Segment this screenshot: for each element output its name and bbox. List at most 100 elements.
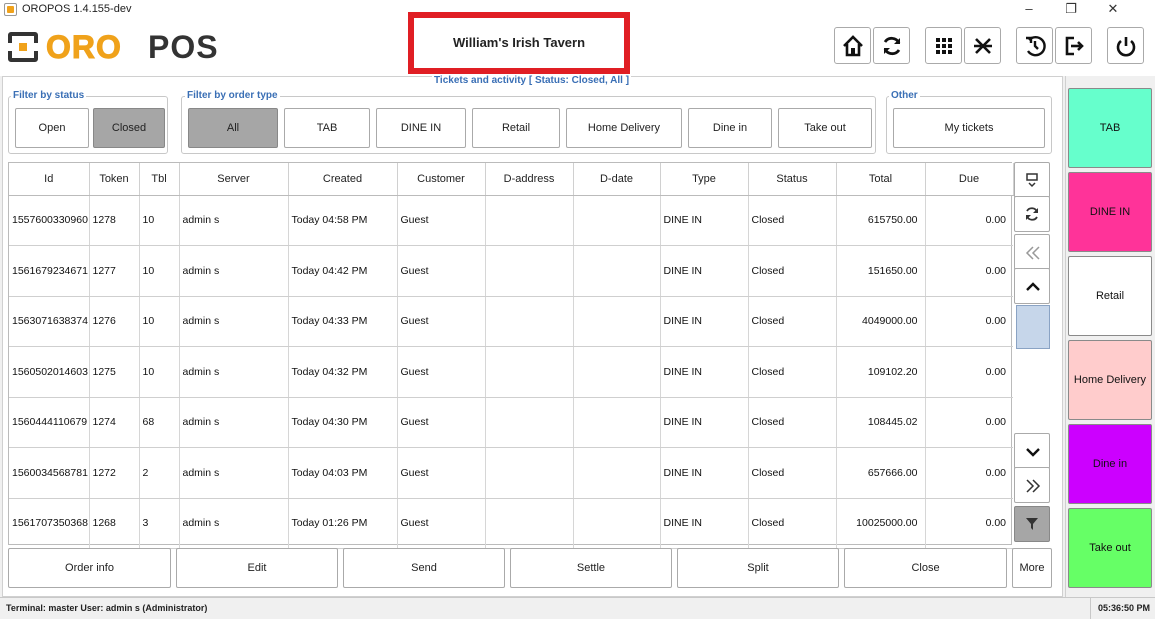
maximize-button[interactable]: ❐ — [1052, 0, 1090, 20]
other-legend: Other — [889, 90, 920, 101]
table-cell — [484, 245, 573, 297]
scroll-first-button[interactable] — [1014, 234, 1050, 270]
send-button[interactable]: Send — [343, 548, 505, 588]
home-button[interactable] — [834, 27, 871, 64]
order-type-retail-button[interactable]: Retail — [1068, 256, 1152, 336]
column-header[interactable]: Due — [925, 163, 1014, 196]
filter-take-out-button[interactable]: Take out — [778, 108, 872, 148]
column-header[interactable]: D-address — [485, 163, 574, 196]
scroll-up-button[interactable] — [1014, 268, 1050, 304]
power-button[interactable] — [1107, 27, 1144, 64]
column-header[interactable]: Status — [748, 163, 837, 196]
scroll-last-button[interactable] — [1014, 467, 1050, 503]
filter-retail-button[interactable]: Retail — [472, 108, 560, 148]
order-type-dine-in-button[interactable]: Dine in — [1068, 424, 1152, 504]
table-cell: Guest — [396, 498, 485, 549]
column-header[interactable]: Token — [89, 163, 140, 196]
power-icon — [1116, 37, 1136, 57]
refresh-button[interactable] — [873, 27, 910, 64]
window-close-button[interactable]: ✕ — [1094, 0, 1132, 20]
table-cell — [572, 296, 660, 347]
table-cell — [484, 346, 573, 398]
table-cell: Closed — [747, 195, 836, 246]
my-tickets-button[interactable]: My tickets — [893, 108, 1045, 148]
table-header-row: Id Token Tbl Server Created Customer D-a… — [9, 163, 1014, 196]
table-cell: 10025000.00 — [835, 498, 925, 549]
clock-back-button[interactable] — [1016, 27, 1053, 64]
table-row[interactable]: 1560502014603 1275 10 admin s Today 04:32 PM… — [9, 346, 1013, 398]
table-cell: DINE IN — [659, 447, 748, 499]
filter-closed-button[interactable]: Closed — [93, 108, 165, 148]
table-row[interactable]: 1560034568781 1272 2 admin s Today 04:03 PM G… — [9, 447, 1013, 499]
column-header[interactable]: Type — [660, 163, 749, 196]
table-refresh-button[interactable] — [1014, 196, 1050, 232]
filter-open-button[interactable]: Open — [15, 108, 89, 148]
table-cell: 1560444110679 — [9, 397, 89, 448]
column-header[interactable]: Total — [836, 163, 926, 196]
home-icon — [843, 35, 863, 57]
scroll-thumb[interactable] — [1016, 305, 1050, 349]
table-cell: 108445.02 — [835, 397, 925, 448]
table-row[interactable]: 1563071638374 1276 10 admin s Today 04:33 PM… — [9, 296, 1013, 347]
split-button[interactable]: Split — [677, 548, 839, 588]
table-cell: 1557600330960 — [9, 195, 89, 246]
terminal-user-info: Terminal: master User: admin s (Administ… — [6, 603, 208, 613]
filter-tab-button[interactable]: TAB — [284, 108, 370, 148]
order-type-take-out-button[interactable]: Take out — [1068, 508, 1152, 588]
grid-icon — [936, 38, 952, 54]
filter-toggle-button[interactable] — [1014, 506, 1050, 542]
table-row[interactable]: 1557600330960 1278 10 admin s Today 04:58 PM… — [9, 195, 1013, 246]
table-cell: Guest — [396, 195, 485, 246]
order-type-home-delivery-button[interactable]: Home Delivery — [1068, 340, 1152, 420]
refresh-icon — [1026, 207, 1038, 221]
filter-all-button[interactable]: All — [188, 108, 278, 148]
scroll-down-button[interactable] — [1014, 433, 1050, 469]
table-row[interactable]: 1561679234671 1277 10 admin s Today 04:42 PM… — [9, 245, 1013, 297]
table-row[interactable]: 1561707350368 1268 3 admin s Today 01:26 PM G… — [9, 498, 1013, 549]
table-cell — [484, 195, 573, 246]
table-cell: Closed — [747, 245, 836, 297]
column-header[interactable]: Server — [179, 163, 289, 196]
logout-button[interactable] — [1055, 27, 1092, 64]
table-cell: Today 04:30 PM — [287, 397, 397, 448]
order-info-button[interactable]: Order info — [8, 548, 171, 588]
table-cell: 1277 — [88, 245, 139, 297]
table-cell: 657666.00 — [835, 447, 925, 499]
edit-button[interactable]: Edit — [176, 548, 338, 588]
table-cell: 1560034568781 — [9, 447, 89, 499]
minimize-button[interactable]: – — [1010, 0, 1048, 20]
column-header[interactable]: Id — [9, 163, 90, 196]
table-cell: admin s — [178, 397, 288, 448]
more-button[interactable]: More — [1012, 548, 1052, 588]
table-cell: 109102.20 — [835, 346, 925, 398]
window-title: OROPOS 1.4.155-dev — [22, 3, 132, 15]
status-clock: 05:36:50 PM — [1098, 603, 1151, 613]
table-cell: 0.00 — [924, 195, 1013, 246]
filter-dine-in-upper-button[interactable]: DINE IN — [376, 108, 466, 148]
table-cell: Today 01:26 PM — [287, 498, 397, 549]
order-type-dine-in-upper-button[interactable]: DINE IN — [1068, 172, 1152, 252]
table-cell: 10 — [138, 296, 179, 347]
column-header[interactable]: Created — [288, 163, 398, 196]
table-cell — [572, 346, 660, 398]
section-title: Tickets and activity [ Status: Closed, A… — [432, 75, 632, 86]
filter-home-delivery-button[interactable]: Home Delivery — [566, 108, 682, 148]
table-cell: 0.00 — [924, 346, 1013, 398]
table-cell: 0.00 — [924, 397, 1013, 448]
status-separator — [1090, 598, 1091, 619]
column-header[interactable]: Customer — [397, 163, 486, 196]
settle-button[interactable]: Settle — [510, 548, 672, 588]
refresh-icon — [883, 36, 901, 56]
close-ticket-button[interactable]: Close — [844, 548, 1007, 588]
tools-button[interactable] — [964, 27, 1001, 64]
column-chooser-icon — [1026, 173, 1038, 188]
column-chooser-button[interactable] — [1014, 162, 1050, 198]
column-header[interactable]: D-date — [573, 163, 661, 196]
order-type-tab-button[interactable]: TAB — [1068, 88, 1152, 168]
table-row[interactable]: 1560444110679 1274 68 admin s Today 04:30 PM… — [9, 397, 1013, 448]
column-header[interactable]: Tbl — [139, 163, 180, 196]
filter-dine-in-button[interactable]: Dine in — [688, 108, 772, 148]
chevron-up-icon — [1026, 282, 1040, 291]
store-name: William's Irish Tavern — [452, 35, 586, 50]
grid-button[interactable] — [925, 27, 962, 64]
